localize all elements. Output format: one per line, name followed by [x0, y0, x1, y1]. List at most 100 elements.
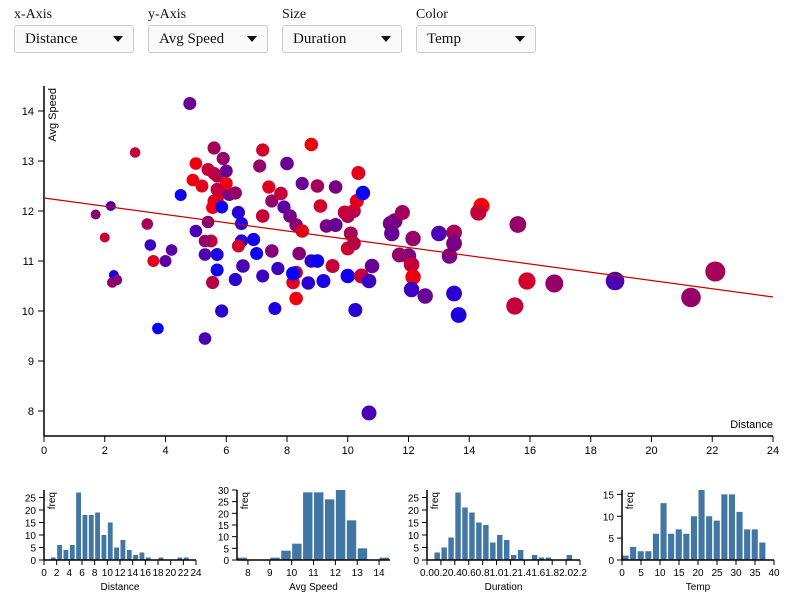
data-point [228, 186, 242, 200]
histogram-bar [683, 533, 690, 560]
histogram-bar [441, 547, 447, 560]
data-point [268, 302, 282, 315]
data-point [152, 322, 164, 335]
histogram-bar [497, 535, 503, 560]
chevron-down-icon [515, 36, 525, 42]
histogram-bar [346, 520, 357, 560]
x-axis-title: Distance [101, 582, 140, 593]
y-tick-label: 15 [218, 521, 230, 532]
y-tick-label: 25 [408, 494, 420, 505]
histogram-bar [690, 516, 697, 560]
x-tick-label: 12 [402, 445, 414, 457]
histogram-bar [114, 547, 119, 560]
y-tick-label: 13 [22, 156, 34, 168]
y-axis-title: freq [47, 492, 58, 509]
histogram-bar [652, 533, 659, 560]
y-tick-label: 30 [218, 486, 230, 497]
data-point [518, 272, 536, 290]
data-point [129, 147, 141, 158]
size-select[interactable]: Duration [282, 25, 402, 53]
x-tick-label: 10 [654, 568, 666, 579]
data-point [205, 275, 220, 290]
x-tick-label: 5 [638, 568, 644, 579]
data-point [255, 209, 270, 223]
histogram-bar [668, 533, 675, 560]
data-point [328, 218, 343, 232]
x-tick-label: 22 [706, 445, 718, 457]
y-tick-label: 9 [28, 356, 34, 368]
x-tick-label: 22 [178, 568, 190, 579]
histogram-bar [675, 529, 682, 560]
x-axis-label: x-Axis [14, 7, 53, 22]
data-point [361, 273, 377, 289]
data-point [215, 304, 229, 318]
x-tick-label: 1.6 [531, 568, 545, 579]
x-tick-label: 14 [374, 568, 386, 579]
y-tick-label: 14 [22, 106, 34, 118]
data-point [292, 246, 306, 261]
x-tick-label: 1.4 [517, 568, 531, 579]
data-point [346, 236, 361, 251]
x-axis-select[interactable]: Distance [14, 25, 134, 53]
histogram-bar [314, 492, 324, 560]
histogram-bar [120, 540, 126, 560]
data-point [348, 303, 363, 317]
x-tick-label: 11 [308, 568, 319, 579]
chevron-down-icon [247, 36, 257, 42]
y-tick-label: 5 [608, 534, 614, 545]
histogram-bar [455, 492, 461, 560]
data-point [355, 185, 371, 201]
x-tick-label: 20 [645, 445, 657, 457]
controls-bar: x-Axis Distance y-Axis Avg Speed Size Du… [14, 6, 536, 53]
histogram-bar [126, 550, 132, 560]
y-tick-label: 0 [30, 556, 36, 567]
x-tick-label: 6 [223, 445, 229, 457]
x-tick-label: 0 [619, 568, 625, 579]
histogram-bar [713, 520, 720, 560]
y-tick-label: 0 [223, 556, 229, 567]
data-point [141, 218, 154, 230]
x-tick-label: 4 [67, 568, 73, 579]
x-tick-label: 14 [127, 568, 139, 579]
data-point [234, 217, 248, 230]
x-tick-label: 35 [749, 568, 761, 579]
histogram-bar [335, 490, 346, 560]
x-tick-label: 1.2 [504, 568, 518, 579]
x-axis-title: Duration [485, 582, 523, 593]
x-tick-label: 20 [692, 568, 704, 579]
data-point [265, 244, 279, 258]
data-point [198, 234, 212, 248]
data-point [231, 205, 245, 220]
histogram-bar [95, 512, 100, 560]
histogram-bar [517, 550, 524, 560]
data-point [280, 156, 294, 171]
data-point [301, 276, 316, 290]
data-point [246, 232, 261, 247]
histogram-bar [462, 507, 468, 560]
x-tick-label: 0.2 [434, 568, 448, 579]
histogram-bar [88, 515, 94, 560]
data-point [325, 259, 340, 273]
y-tick-label: 15 [603, 490, 615, 501]
histogram-bar [76, 492, 81, 560]
histogram-bar [469, 512, 475, 560]
histogram-bar [292, 543, 302, 560]
data-point [271, 261, 285, 276]
color-select[interactable]: Temp [416, 25, 536, 53]
data-point [228, 272, 242, 287]
y-tick-label: 15 [408, 519, 420, 530]
data-point [295, 176, 309, 191]
x-tick-label: 12 [114, 568, 126, 579]
y-tick-label: 10 [603, 512, 615, 523]
histogram-bar [490, 542, 496, 560]
x-tick-label: 6 [79, 568, 85, 579]
y-tick-label: 5 [30, 544, 36, 555]
data-point [506, 297, 524, 315]
data-point [219, 164, 233, 178]
histogram-bar [759, 542, 766, 560]
y-axis-title: Avg Speed [47, 88, 59, 142]
points-group [90, 97, 726, 421]
histogram-bar [63, 550, 69, 560]
y-axis-select[interactable]: Avg Speed [148, 25, 268, 53]
data-point [289, 291, 303, 306]
